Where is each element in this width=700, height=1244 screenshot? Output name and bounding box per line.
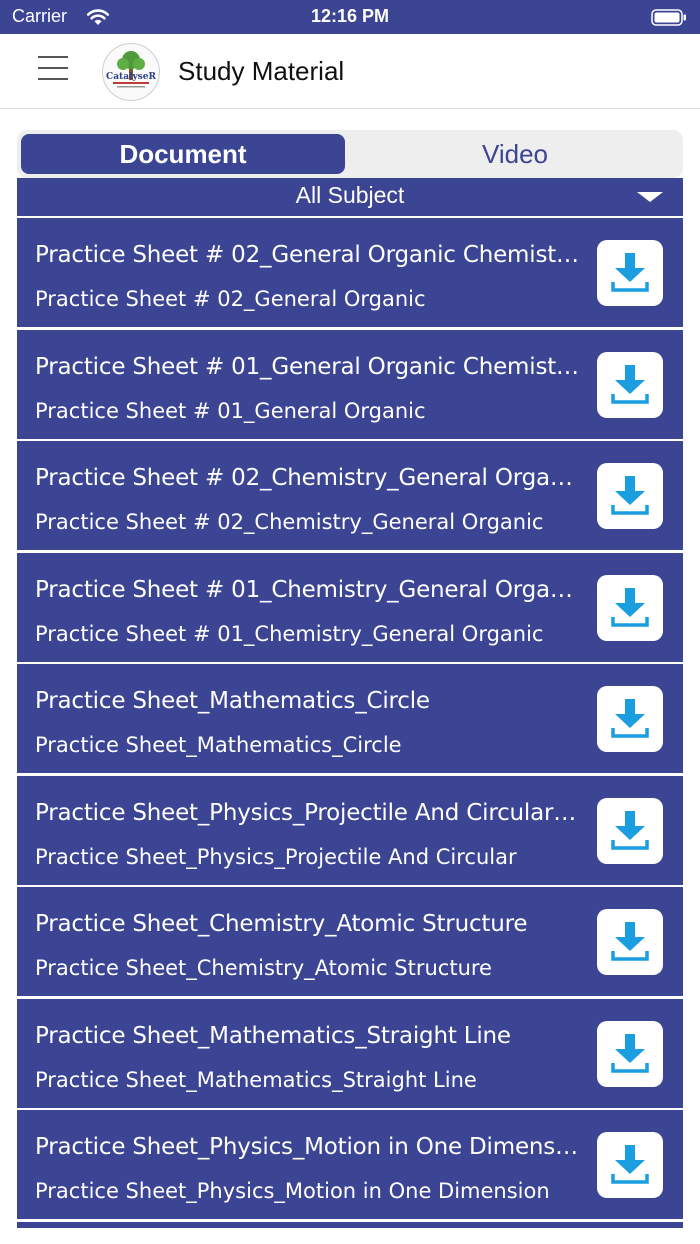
status-bar: Carrier 12:16 PM — [0, 0, 700, 34]
app-logo: CatalyseR — [102, 43, 160, 101]
item-title: Practice Sheet # 02_Chemistry_General Or… — [35, 465, 581, 491]
hamburger-icon[interactable] — [38, 56, 72, 86]
list-item[interactable]: Practice Sheet # 02_Chemistry_General Or… — [17, 441, 683, 550]
subject-dropdown-label: All Subject — [295, 182, 405, 208]
download-icon — [611, 1033, 649, 1073]
item-title: Practice Sheet # 02_General Organic Chem… — [35, 242, 581, 268]
item-title: Practice Sheet # 01_General Organic Chem… — [35, 353, 581, 380]
item-title: Practice Sheet_Physics_Projectile And Ci… — [35, 799, 581, 826]
list-item[interactable]: Practice Sheet # 01_General Organic Chem… — [17, 329, 683, 439]
download-button[interactable] — [597, 1132, 663, 1198]
list-item[interactable]: Practice Sheet_Physics_Motion in One Dim… — [17, 1110, 683, 1219]
item-subtitle: Practice Sheet_Mathematics_Straight Line — [35, 1067, 477, 1092]
logo-text: CatalyseR — [106, 72, 156, 82]
item-title: Practice Sheet_Chemistry_Atomic Structur… — [35, 911, 528, 937]
download-icon — [611, 476, 649, 515]
download-icon — [611, 699, 649, 738]
item-subtitle: Practice Sheet_Physics_Motion in One Dim… — [35, 1179, 550, 1203]
list-item[interactable]: Practice Sheet_Chemistry_Atomic Structur… — [17, 887, 683, 996]
tab-video[interactable]: Video — [351, 134, 679, 174]
tab-bar: Document Video — [17, 130, 683, 178]
item-subtitle: Practice Sheet_Physics_Projectile And Ci… — [35, 844, 517, 876]
download-icon — [611, 810, 649, 850]
download-icon — [611, 922, 649, 961]
item-title: Practice Sheet_Physics_Motion in One Dim… — [35, 1134, 581, 1160]
caret-down-icon — [637, 192, 663, 202]
item-subtitle: Practice Sheet # 02_Chemistry_General Or… — [35, 510, 544, 541]
download-button[interactable] — [597, 351, 663, 418]
list-item[interactable]: Practice Sheet # 01_Chemistry_General Or… — [17, 552, 683, 662]
download-button[interactable] — [597, 797, 663, 864]
download-icon — [611, 1145, 649, 1184]
download-icon — [611, 253, 649, 292]
nav-bar: CatalyseR Study Material — [0, 34, 700, 109]
item-subtitle: Practice Sheet_Chemistry_Atomic Structur… — [35, 956, 492, 980]
item-subtitle: Practice Sheet_Mathematics_Circle — [35, 733, 402, 757]
clock: 12:16 PM — [310, 6, 390, 26]
list-item[interactable]: Practice Sheet_Physics_Projectile And Ci… — [17, 775, 683, 885]
download-button[interactable] — [597, 1020, 663, 1087]
document-list: Practice Sheet # 02_General Organic Chem… — [17, 218, 683, 1228]
list-item[interactable]: Practice Sheet_Mathematics_Circle Practi… — [17, 664, 683, 773]
list-item[interactable]: Practice Sheet_Mathematics_Straight Line… — [17, 998, 683, 1108]
item-subtitle: Practice Sheet # 02_General Organic Chem… — [35, 287, 426, 318]
download-button[interactable] — [597, 686, 663, 752]
item-title: Practice Sheet_Mathematics_Straight Line — [35, 1022, 511, 1049]
download-button[interactable] — [597, 240, 663, 306]
item-subtitle: Practice Sheet # 01_General Organic Chem… — [35, 398, 426, 430]
download-button[interactable] — [597, 909, 663, 975]
download-icon — [611, 364, 649, 404]
subject-dropdown[interactable]: All Subject — [17, 178, 683, 216]
list-item-partial — [17, 1221, 683, 1228]
item-title: Practice Sheet # 01_Chemistry_General Or… — [35, 576, 581, 603]
battery-icon — [651, 9, 687, 26]
item-subtitle: Practice Sheet # 01_Chemistry_General Or… — [35, 621, 544, 653]
download-button[interactable] — [597, 574, 663, 641]
page-title: Study Material — [178, 56, 345, 86]
download-icon — [611, 587, 649, 627]
download-button[interactable] — [597, 463, 663, 529]
list-item[interactable]: Practice Sheet # 02_General Organic Chem… — [17, 218, 683, 327]
item-title: Practice Sheet_Mathematics_Circle — [35, 688, 430, 714]
tab-document[interactable]: Document — [21, 134, 345, 174]
